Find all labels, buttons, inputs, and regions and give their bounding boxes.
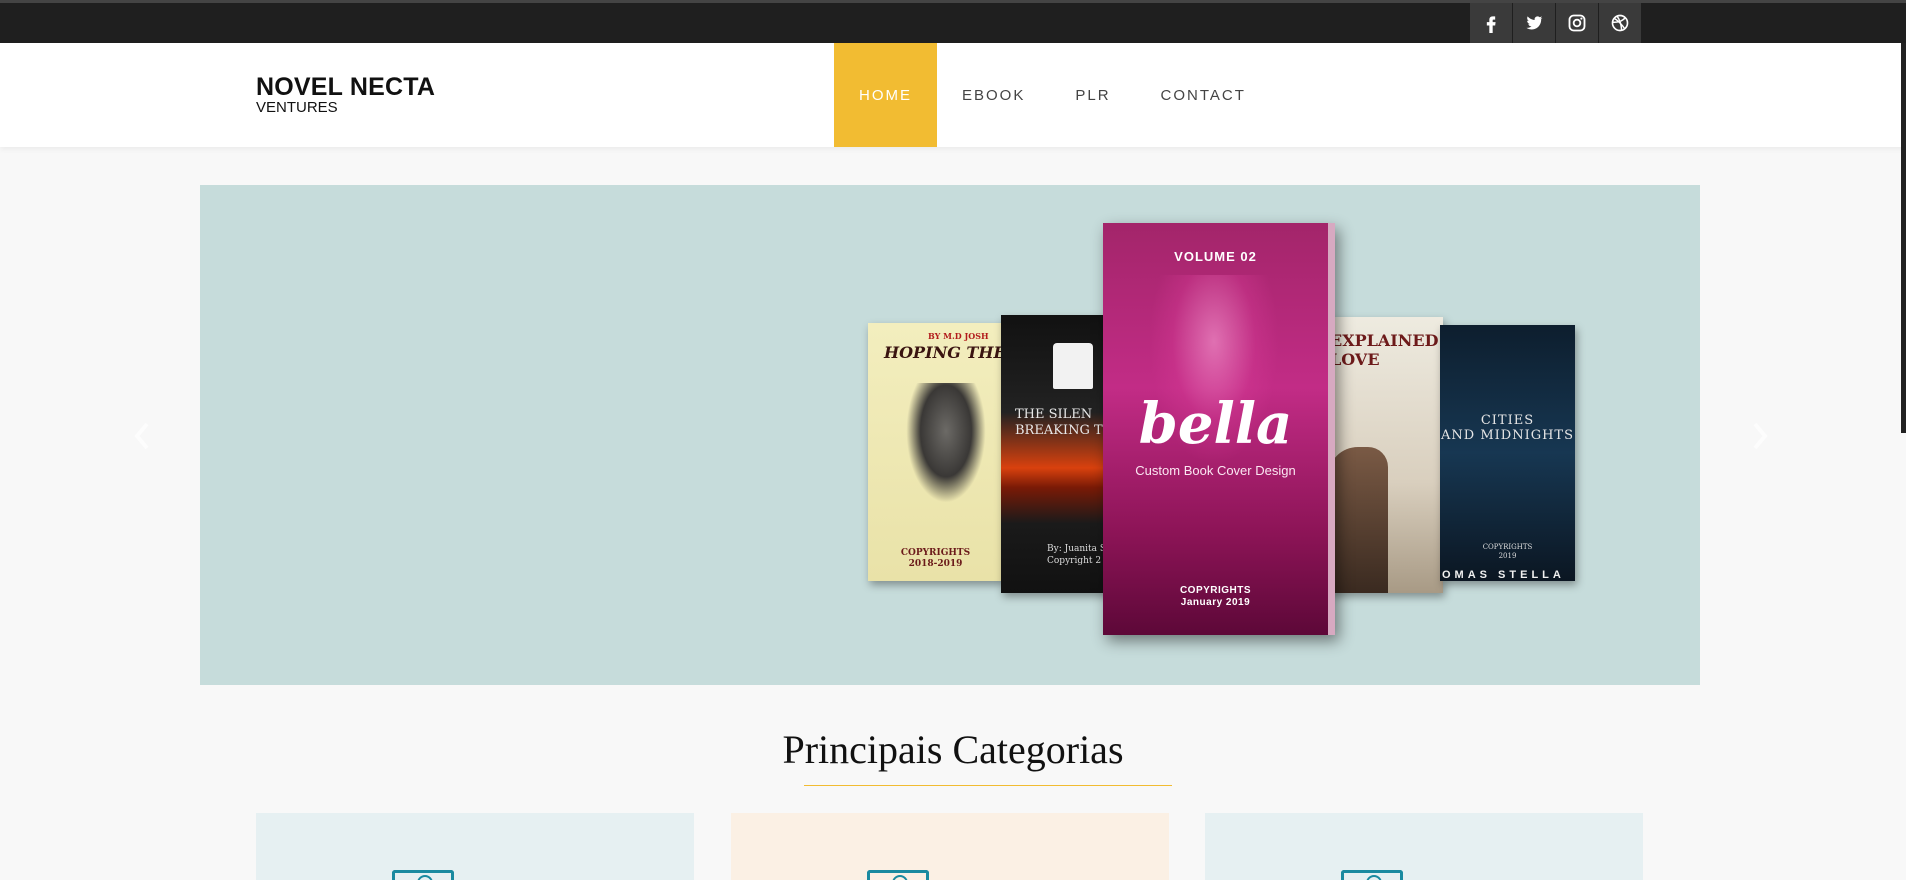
book-author: BY M.D JOSH bbox=[928, 331, 989, 341]
nav-item-ebook[interactable]: EBOOK bbox=[937, 43, 1050, 147]
chevron-left-icon bbox=[134, 422, 149, 450]
book-cover-hoping: BY M.D JOSH HOPING THE BE COPYRIGHTS 201… bbox=[868, 323, 1003, 581]
brand-subtitle: VENTURES bbox=[256, 99, 338, 116]
book-copyright: COPYRIGHTS 2018-2019 bbox=[900, 548, 971, 569]
instagram-link[interactable] bbox=[1556, 3, 1598, 43]
book-title: bella bbox=[1138, 391, 1293, 457]
brand-logo[interactable]: NOVEL NECTA VENTURES bbox=[256, 74, 435, 116]
book-title: THE SILEN BREAKING TH bbox=[1015, 407, 1111, 438]
dribbble-icon bbox=[1611, 14, 1629, 32]
book-volume: VOLUME 02 bbox=[1174, 249, 1257, 264]
twitter-link[interactable] bbox=[1513, 3, 1555, 43]
brand-name: NOVEL NECTA bbox=[256, 73, 436, 101]
slider-next-button[interactable] bbox=[1748, 418, 1772, 454]
book-title: EXPLAINED LOVE bbox=[1330, 331, 1439, 369]
hero-slider: BY M.D JOSH HOPING THE BE COPYRIGHTS 201… bbox=[200, 185, 1700, 685]
book-subtitle: Custom Book Cover Design bbox=[1135, 463, 1296, 478]
top-bar bbox=[0, 0, 1906, 43]
book-cover-explained: EXPLAINED LOVE bbox=[1328, 317, 1443, 593]
monitor-icon bbox=[867, 870, 929, 880]
book-title: HOPING THE BE bbox=[884, 343, 1003, 362]
main-nav: HOME EBOOK PLR CONTACT bbox=[834, 43, 1271, 147]
facebook-icon bbox=[1486, 16, 1496, 33]
book-title: CITIES AND MIDNIGHTS bbox=[1441, 413, 1574, 443]
category-card[interactable] bbox=[1205, 813, 1643, 880]
nav-item-contact[interactable]: CONTACT bbox=[1136, 43, 1271, 147]
book-author: OMAS STELLA bbox=[1442, 569, 1565, 581]
nav-item-home[interactable]: HOME bbox=[834, 43, 937, 147]
dribbble-link[interactable] bbox=[1599, 3, 1641, 43]
monitor-icon bbox=[392, 870, 454, 880]
book-illustration bbox=[1328, 447, 1388, 593]
section-title: Principais Categorias bbox=[782, 727, 1124, 772]
book-illustration bbox=[1053, 343, 1093, 389]
book-cover-silence: THE SILEN BREAKING TH By: Juanita S Copy… bbox=[1001, 315, 1111, 593]
book-author: By: Juanita S Copyright 2 bbox=[1047, 544, 1106, 566]
book-cover-bella: VOLUME 02 bella Custom Book Cover Design… bbox=[1103, 223, 1335, 635]
page-scrollbar[interactable] bbox=[1901, 43, 1906, 433]
chevron-right-icon bbox=[1753, 422, 1768, 450]
category-card[interactable] bbox=[731, 813, 1169, 880]
book-copyright: COPYRIGHTS 2019 bbox=[1482, 543, 1533, 560]
slider-prev-button[interactable] bbox=[130, 418, 154, 454]
nav-item-plr[interactable]: PLR bbox=[1050, 43, 1135, 147]
book-copyright: COPYRIGHTS January 2019 bbox=[1179, 585, 1252, 608]
instagram-icon bbox=[1568, 14, 1586, 32]
facebook-link[interactable] bbox=[1470, 3, 1512, 43]
book-cover-cities: CITIES AND MIDNIGHTS COPYRIGHTS 2019 OMA… bbox=[1440, 325, 1575, 581]
twitter-icon bbox=[1526, 16, 1543, 30]
monitor-icon bbox=[1341, 870, 1403, 880]
social-links bbox=[1470, 3, 1641, 43]
site-header: NOVEL NECTA VENTURES HOME EBOOK PLR CONT… bbox=[0, 43, 1906, 147]
section-divider bbox=[804, 785, 1172, 786]
book-illustration bbox=[906, 383, 986, 503]
category-card[interactable] bbox=[256, 813, 694, 880]
